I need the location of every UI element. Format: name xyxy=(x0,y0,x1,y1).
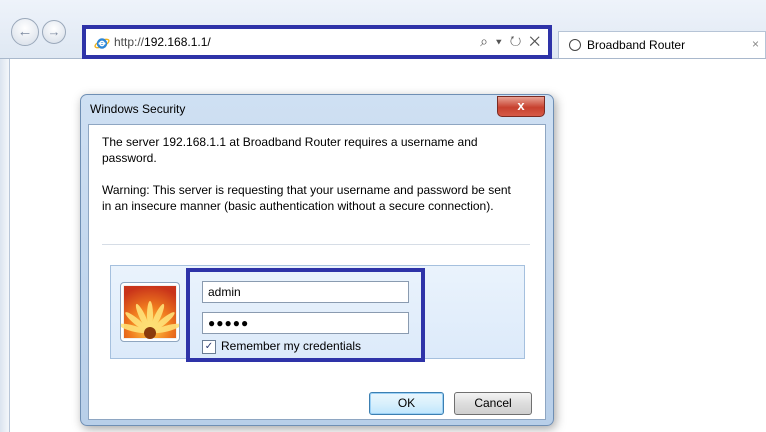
browser-toolbar: ← → http://192.168.1.1/ ⌕ ▾ ↻ ✕ Broadban… xyxy=(0,0,766,59)
back-button[interactable]: ← xyxy=(11,18,39,46)
dialog-title: Windows Security xyxy=(90,102,186,116)
forward-arrow-icon: → xyxy=(47,24,61,39)
dialog-close-button[interactable]: x xyxy=(497,96,545,117)
remember-credentials-checkbox[interactable]: ✓ xyxy=(202,340,216,354)
window-left-edge xyxy=(0,59,10,432)
tab-title: Broadband Router xyxy=(587,38,686,52)
credential-fields-highlight: admin ●●●●● ✓ Remember my credentials xyxy=(186,268,425,362)
address-bar[interactable]: http://192.168.1.1/ ⌕ ▾ ↻ ✕ xyxy=(82,25,552,59)
tab-broadband-router[interactable]: Broadband Router × xyxy=(558,31,766,58)
url-scheme: http:// xyxy=(114,35,145,49)
tab-close-icon[interactable]: × xyxy=(752,37,759,51)
password-field[interactable]: ●●●●● xyxy=(202,312,409,334)
flower-picture-icon xyxy=(121,286,179,339)
divider xyxy=(102,244,530,245)
user-avatar-icon xyxy=(120,282,180,342)
credential-tile: admin ●●●●● ✓ Remember my credentials xyxy=(110,265,525,362)
server-message: The server 192.168.1.1 at Broadband Rout… xyxy=(102,135,478,165)
dialog-body: The server 192.168.1.1 at Broadband Rout… xyxy=(88,124,546,420)
back-arrow-icon: ← xyxy=(17,23,33,40)
checkmark-icon: ✓ xyxy=(204,341,214,352)
url-text[interactable]: http://192.168.1.1/ xyxy=(114,35,211,49)
url-host: 192.168.1.1/ xyxy=(144,35,211,49)
username-field[interactable]: admin xyxy=(202,281,409,303)
page-loading-icon xyxy=(569,39,581,51)
security-warning: Warning: This server is requesting that … xyxy=(102,183,511,213)
windows-security-dialog: Windows Security x The server 192.168.1.… xyxy=(80,94,554,426)
internet-explorer-icon xyxy=(94,38,110,49)
address-tools-icons[interactable]: ⌕ ▾ ↻ ✕ xyxy=(480,33,542,50)
forward-button[interactable]: → xyxy=(42,20,66,44)
cancel-button[interactable]: Cancel xyxy=(454,392,532,415)
ok-button[interactable]: OK xyxy=(369,392,444,415)
remember-credentials-label[interactable]: Remember my credentials xyxy=(221,339,361,353)
